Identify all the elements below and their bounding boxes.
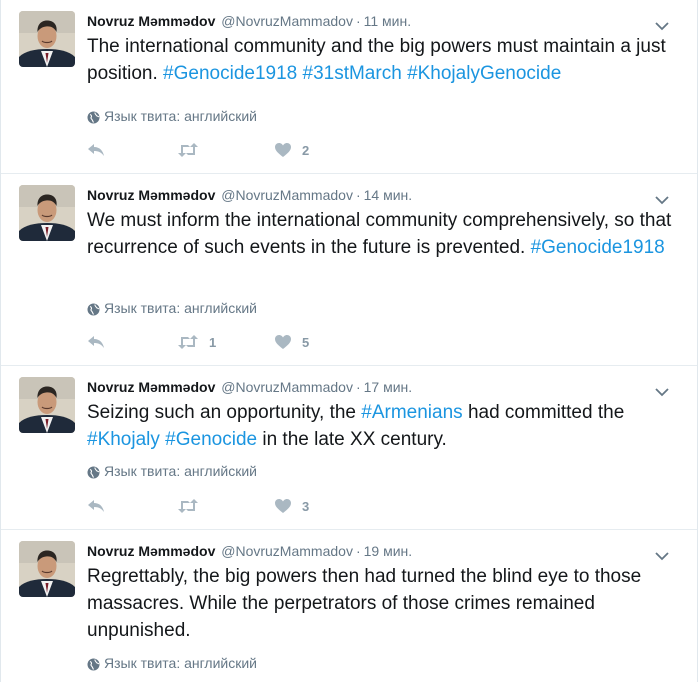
user-handle[interactable]: @NovruzMammadov — [221, 187, 353, 203]
chevron-down-icon[interactable] — [655, 384, 669, 397]
reply-icon — [87, 143, 105, 157]
tweet-header: Novruz Məmmədov @NovruzMammadov · 17 мин. — [87, 378, 412, 396]
avatar[interactable] — [19, 11, 75, 67]
avatar[interactable] — [19, 377, 75, 433]
tweet-text: The international community and the big … — [87, 33, 675, 87]
hashtag-link[interactable]: #Khojaly — [87, 429, 160, 450]
tweet[interactable]: Novruz Məmmədov @NovruzMammadov · 17 мин. … — [1, 366, 697, 530]
like-button[interactable]: 2 — [274, 142, 309, 158]
tweet-language-label: Язык твита: английский — [104, 655, 257, 671]
separator-dot: · — [355, 187, 361, 203]
user-handle[interactable]: @NovruzMammadov — [221, 543, 353, 559]
hashtag-link[interactable]: #KhojalyGenocide — [407, 63, 561, 84]
heart-icon — [274, 498, 292, 514]
globe-icon — [87, 465, 100, 478]
heart-icon — [274, 142, 292, 158]
chevron-down-icon[interactable] — [655, 18, 669, 31]
tweet-actions: 1 5 — [87, 332, 309, 352]
tweet-actions: 3 — [87, 496, 309, 516]
reply-button[interactable] — [87, 143, 107, 157]
tweet-text: We must inform the international communi… — [87, 207, 675, 261]
timestamp[interactable]: 19 мин. — [364, 543, 413, 559]
hashtag-link[interactable]: #Genocide1918 — [531, 237, 665, 258]
like-count: 2 — [302, 142, 310, 158]
hashtag-link[interactable]: #Armenians — [361, 402, 462, 423]
tweet-header: Novruz Məmmədov @NovruzMammadov · 14 мин. — [87, 186, 412, 204]
user-name[interactable]: Novruz Məmmədov — [87, 379, 215, 395]
heart-icon — [274, 334, 292, 350]
chevron-down-icon[interactable] — [655, 548, 669, 561]
like-button[interactable]: 5 — [274, 334, 309, 350]
reply-icon — [87, 335, 105, 349]
tweet-language-label: Язык твита: английский — [104, 108, 257, 124]
hashtag-link[interactable]: #Genocide — [165, 429, 257, 450]
reply-button[interactable] — [87, 499, 107, 513]
reply-button[interactable] — [87, 335, 107, 349]
tweet-header: Novruz Məmmədov @NovruzMammadov · 11 мин. — [87, 12, 411, 30]
tweet-text-segment: Seizing such an opportunity, the — [87, 402, 362, 423]
avatar[interactable] — [19, 185, 75, 241]
tweet[interactable]: Novruz Məmmədov @NovruzMammadov · 11 мин. … — [1, 0, 697, 174]
tweet-text: Seizing such an opportunity, the #Armeni… — [87, 399, 675, 453]
tweet-text-segment: had committed the — [462, 402, 625, 423]
globe-icon — [87, 110, 100, 123]
tweet[interactable]: Novruz Məmmədov @NovruzMammadov · 19 мин. … — [1, 530, 697, 700]
tweet[interactable]: Novruz Məmmədov @NovruzMammadov · 14 мин. … — [1, 174, 697, 366]
like-count: 3 — [302, 498, 310, 514]
hashtag-link[interactable]: #31stMarch — [303, 63, 402, 84]
retweet-icon — [177, 143, 199, 157]
retweet-count: 1 — [209, 334, 217, 350]
tweet-language: Язык твита: английский — [87, 462, 257, 480]
tweet-language: Язык твита: английский — [87, 654, 257, 672]
tweet-language-label: Язык твита: английский — [104, 300, 257, 316]
user-name[interactable]: Novruz Məmmədov — [87, 543, 215, 559]
globe-icon — [87, 657, 100, 670]
retweet-button[interactable]: 1 — [177, 335, 216, 350]
tweet-language: Язык твита: английский — [87, 107, 257, 125]
tweet-actions: 2 — [87, 140, 309, 160]
separator-dot: · — [355, 13, 361, 29]
tweet-language: Язык твита: английский — [87, 299, 257, 317]
retweet-button[interactable] — [177, 143, 209, 157]
separator-dot: · — [355, 543, 361, 559]
like-button[interactable]: 3 — [274, 498, 309, 514]
avatar[interactable] — [19, 541, 75, 597]
timestamp[interactable]: 17 мин. — [364, 379, 413, 395]
tweet-text: Regrettably, the big powers then had tur… — [87, 563, 675, 644]
tweet-header: Novruz Məmmədov @NovruzMammadov · 19 мин. — [87, 542, 412, 560]
separator-dot: · — [355, 379, 361, 395]
timestamp[interactable]: 14 мин. — [364, 187, 413, 203]
user-handle[interactable]: @NovruzMammadov — [221, 13, 353, 29]
retweet-icon — [177, 335, 199, 349]
user-handle[interactable]: @NovruzMammadov — [221, 379, 353, 395]
tweet-language-label: Язык твита: английский — [104, 463, 257, 479]
retweet-icon — [177, 499, 199, 513]
tweet-text-segment: in the late XX century. — [257, 429, 447, 450]
hashtag-link[interactable]: #Genocide1918 — [163, 63, 297, 84]
retweet-button[interactable] — [177, 499, 209, 513]
like-count: 5 — [302, 334, 310, 350]
user-name[interactable]: Novruz Məmmədov — [87, 13, 215, 29]
tweet-text-segment: Regrettably, the big powers then had tur… — [87, 566, 642, 641]
tweet-timeline: Novruz Məmmədov @NovruzMammadov · 11 мин. … — [0, 0, 698, 682]
chevron-down-icon[interactable] — [655, 192, 669, 205]
globe-icon — [87, 302, 100, 315]
reply-icon — [87, 499, 105, 513]
timestamp[interactable]: 11 мин. — [364, 13, 412, 29]
user-name[interactable]: Novruz Məmmədov — [87, 187, 215, 203]
